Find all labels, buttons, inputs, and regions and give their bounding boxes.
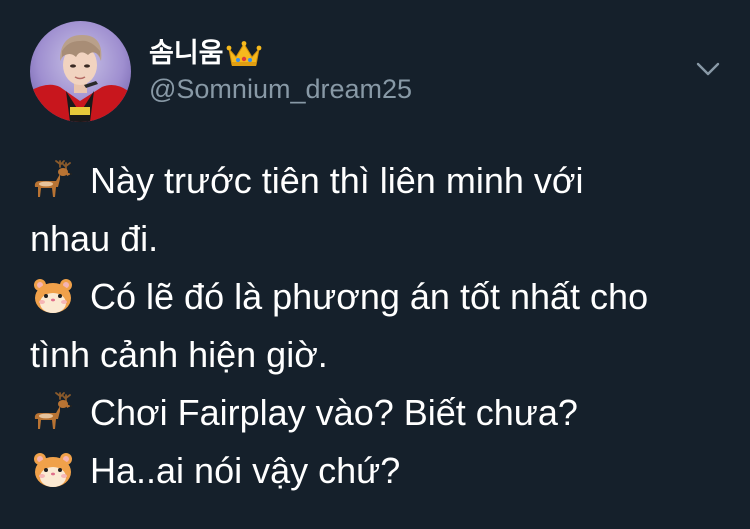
display-name-text: 솜니움 <box>149 38 224 69</box>
tweet-line-text: Ha..ai nói vậy chứ? <box>90 450 401 491</box>
tweet-line: Này trước tiên thì liên minh với <box>30 152 730 210</box>
user-handle[interactable]: @Somnium_dream25 <box>149 73 412 105</box>
deer-icon <box>30 158 76 198</box>
tweet-line: Có lẽ đó là phương án tốt nhất cho <box>30 268 730 326</box>
tweet: 솜니움 @Somnium_dream25 Này trước tiên thì … <box>0 0 750 529</box>
tweet-line-text: tình cảnh hiện giờ. <box>30 334 328 375</box>
tweet-line-text: Này trước tiên thì liên minh với <box>90 160 584 201</box>
hamster-icon <box>30 274 76 314</box>
display-name[interactable]: 솜니움 <box>149 38 262 70</box>
tweet-line-text: Có lẽ đó là phương án tốt nhất cho <box>90 276 649 317</box>
deer-icon <box>30 390 76 430</box>
tweet-line: Chơi Fairplay vào? Biết chưa? <box>30 384 730 442</box>
tweet-line-text: Chơi Fairplay vào? Biết chưa? <box>90 392 578 433</box>
tweet-line: tình cảnh hiện giờ. <box>30 326 730 384</box>
chevron-down-icon[interactable] <box>694 58 722 80</box>
tweet-line-text: nhau đi. <box>30 218 159 259</box>
crown-icon <box>226 40 262 68</box>
hamster-icon <box>30 448 76 488</box>
tweet-line: nhau đi. <box>30 210 730 268</box>
tweet-text: Này trước tiên thì liên minh với nhau đi… <box>30 152 730 500</box>
avatar[interactable] <box>30 21 131 122</box>
tweet-line: Ha..ai nói vậy chứ? <box>30 442 730 500</box>
